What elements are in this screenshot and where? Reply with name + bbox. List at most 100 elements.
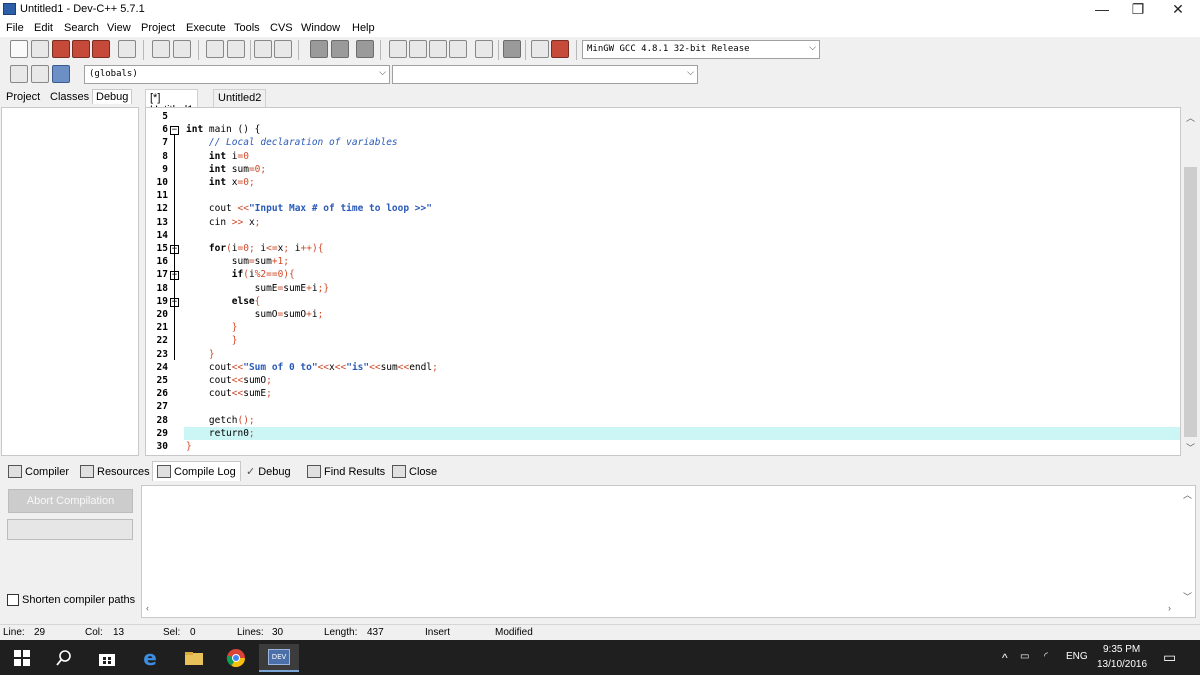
- code-line[interactable]: sum=sum+1;: [186, 256, 289, 267]
- save-icon[interactable]: [52, 40, 70, 58]
- compile-log-area[interactable]: ︿ ﹀ ‹ ›: [141, 485, 1196, 618]
- scroll-down-icon[interactable]: ﹀: [1183, 590, 1192, 603]
- member-select[interactable]: ⌵: [392, 65, 698, 84]
- menu-search[interactable]: Search: [64, 22, 99, 34]
- devcpp-taskbar-button[interactable]: DEV: [259, 644, 299, 672]
- edge-button[interactable]: e: [130, 644, 170, 672]
- menu-project[interactable]: Project: [141, 22, 175, 34]
- tab-close[interactable]: Close: [390, 464, 439, 479]
- menu-execute[interactable]: Execute: [186, 22, 226, 34]
- insert-icon[interactable]: [10, 65, 28, 83]
- redo-icon[interactable]: [173, 40, 191, 58]
- code-line[interactable]: cout <<"Input Max # of time to loop >>": [186, 203, 432, 214]
- print-icon[interactable]: [118, 40, 136, 58]
- rebuild-icon[interactable]: [449, 40, 467, 58]
- scroll-right-icon[interactable]: ›: [1168, 603, 1171, 613]
- code-line[interactable]: }: [186, 322, 238, 333]
- compile-run-icon[interactable]: [429, 40, 447, 58]
- menu-file[interactable]: File: [6, 22, 24, 34]
- find-icon[interactable]: [206, 40, 224, 58]
- code-line[interactable]: cin >> x;: [186, 217, 261, 228]
- code-line[interactable]: }: [186, 349, 215, 360]
- scope-select[interactable]: (globals) ⌵: [84, 65, 390, 84]
- profile-icon[interactable]: [531, 40, 549, 58]
- code-line[interactable]: int i=0: [186, 151, 249, 162]
- stop-icon[interactable]: [503, 40, 521, 58]
- menu-cvs[interactable]: CVS: [270, 22, 293, 34]
- tab-find-results[interactable]: Find Results: [305, 464, 387, 479]
- code-line[interactable]: cout<<sumO;: [186, 375, 272, 386]
- undo-icon[interactable]: [152, 40, 170, 58]
- code-line[interactable]: sumE=sumE+i;}: [186, 283, 329, 294]
- code-line[interactable]: }: [186, 335, 238, 346]
- log-horizontal-scrollbar[interactable]: ‹ ›: [142, 603, 1182, 617]
- scroll-left-icon[interactable]: ‹: [146, 603, 149, 613]
- scroll-up-icon[interactable]: ︿: [1186, 111, 1195, 124]
- battery-icon[interactable]: ▭: [1020, 651, 1029, 662]
- chevron-up-icon[interactable]: ^: [1002, 651, 1008, 665]
- goto-back-icon[interactable]: [310, 40, 328, 58]
- new-file-icon[interactable]: [10, 40, 28, 58]
- compiler-select[interactable]: MinGW GCC 4.8.1 32-bit Release ⌵: [582, 40, 820, 59]
- tab-project[interactable]: Project: [6, 91, 40, 103]
- menu-help[interactable]: Help: [352, 22, 375, 34]
- code-line[interactable]: getch();: [186, 415, 255, 426]
- close-file-icon[interactable]: [92, 40, 110, 58]
- start-button[interactable]: [2, 644, 42, 672]
- goto-icon[interactable]: [52, 65, 70, 83]
- log-vertical-scrollbar[interactable]: ︿ ﹀: [1180, 486, 1195, 605]
- store-button[interactable]: [87, 644, 127, 672]
- tab-resources[interactable]: Resources: [78, 464, 152, 479]
- code-line[interactable]: sumO=sumO+i;: [186, 309, 324, 320]
- tab-classes[interactable]: Classes: [50, 91, 89, 103]
- tab-debug[interactable]: Debug: [92, 89, 133, 104]
- compile-icon[interactable]: [389, 40, 407, 58]
- code-line[interactable]: }: [186, 441, 192, 452]
- restore-button[interactable]: ❐: [1118, 0, 1158, 20]
- code-line[interactable]: // Local declaration of variables: [186, 137, 398, 148]
- bookmark-icon[interactable]: [356, 40, 374, 58]
- unindent-icon[interactable]: [274, 40, 292, 58]
- wifi-icon[interactable]: ◜: [1044, 651, 1048, 662]
- menu-tools[interactable]: Tools: [234, 22, 260, 34]
- language-indicator[interactable]: ENG: [1066, 651, 1088, 662]
- code-line[interactable]: int sum=0;: [186, 164, 266, 175]
- menu-view[interactable]: View: [107, 22, 131, 34]
- file-explorer-button[interactable]: [174, 644, 214, 672]
- close-button[interactable]: ✕: [1158, 0, 1198, 20]
- notification-icon[interactable]: ▭: [1163, 649, 1176, 666]
- code-line[interactable]: int main () {: [186, 124, 260, 135]
- code-line[interactable]: else{: [186, 296, 261, 307]
- abort-compilation-button[interactable]: Abort Compilation: [8, 489, 133, 513]
- clock-date[interactable]: 13/10/2016: [1097, 659, 1147, 670]
- tab-untitled1[interactable]: [*] Untitled1: [145, 89, 199, 116]
- code-editor[interactable]: 5 6 7 8 9 10 11 12 13 14 15 16 17 18 19 20 21 22 23 24 25 26 2…: [145, 107, 1181, 456]
- replace-icon[interactable]: [227, 40, 245, 58]
- code-line[interactable]: for(i=0; i<=x; i++){: [186, 243, 324, 254]
- code-line[interactable]: return0;: [186, 428, 255, 439]
- scroll-thumb[interactable]: [1184, 167, 1197, 437]
- search-button[interactable]: [44, 644, 84, 672]
- checkbox-box[interactable]: [7, 594, 19, 606]
- clock-time[interactable]: 9:35 PM: [1103, 644, 1140, 655]
- indent-icon[interactable]: [254, 40, 272, 58]
- scroll-up-icon[interactable]: ︿: [1183, 488, 1192, 501]
- code-line[interactable]: cout<<sumE;: [186, 388, 272, 399]
- save-all-icon[interactable]: [72, 40, 90, 58]
- shorten-paths-checkbox[interactable]: Shorten compiler paths: [7, 594, 135, 606]
- tab-debug-bottom[interactable]: ✓ Debug: [244, 464, 293, 479]
- syntax-check-icon[interactable]: [475, 40, 493, 58]
- open-file-icon[interactable]: [31, 40, 49, 58]
- run-icon[interactable]: [409, 40, 427, 58]
- scroll-down-icon[interactable]: ﹀: [1186, 441, 1195, 454]
- minimize-button[interactable]: —: [1082, 0, 1122, 20]
- menu-window[interactable]: Window: [301, 22, 340, 34]
- editor-scrollbar[interactable]: ︿ ﹀: [1182, 107, 1199, 456]
- tab-compiler[interactable]: Compiler: [6, 464, 71, 479]
- code-line[interactable]: int x=0;: [186, 177, 255, 188]
- code-line[interactable]: cout<<"Sum of 0 to"<<x<<"is"<<sum<<endl;: [186, 362, 438, 373]
- delete-profile-icon[interactable]: [551, 40, 569, 58]
- code-line[interactable]: if(i%2==0){: [186, 269, 295, 280]
- chrome-button[interactable]: [216, 644, 256, 672]
- menu-edit[interactable]: Edit: [34, 22, 53, 34]
